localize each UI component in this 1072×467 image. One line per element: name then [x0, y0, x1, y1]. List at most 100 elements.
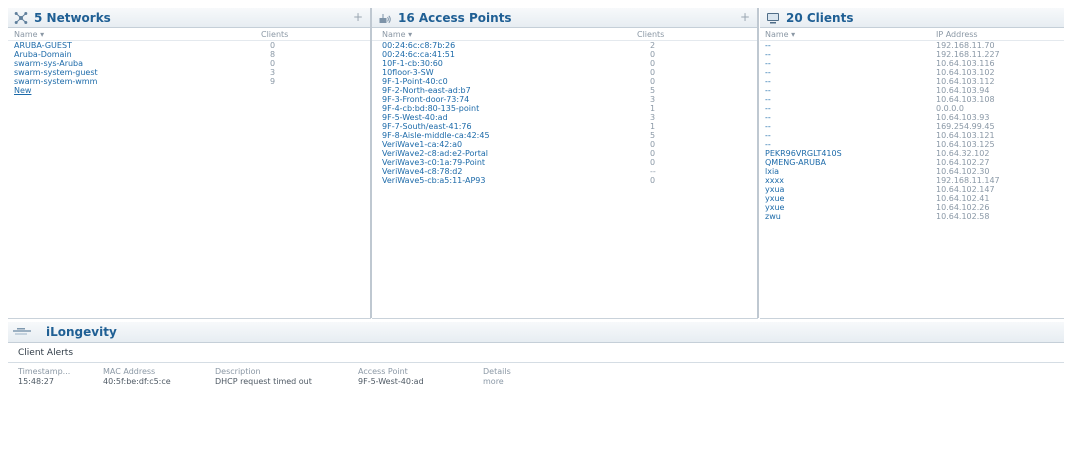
client-row-name[interactable]: --: [765, 50, 771, 59]
network-row-name[interactable]: swarm-system-guest: [14, 68, 98, 77]
alerts-col-details[interactable]: Details: [483, 367, 511, 376]
client-row-ip: 192.168.11.227: [936, 50, 1000, 59]
ap-row-name[interactable]: 9F-8-Aisle-middle-ca:42:45: [382, 131, 490, 140]
client-row-name[interactable]: --: [765, 140, 771, 149]
access-points-title-wrap: 16 Access Points: [378, 11, 512, 25]
ap-row-name[interactable]: VeriWave4-c8:78:d2: [382, 167, 462, 176]
alerts-col-description[interactable]: Description: [215, 367, 261, 376]
ap-row-name[interactable]: 9F-1-Point-40:c0: [382, 77, 448, 86]
ap-row-clients: 1: [650, 104, 656, 113]
alert-access-point: 9F-5-West-40:ad: [358, 377, 424, 386]
client-row-name[interactable]: --: [765, 41, 771, 50]
networks-col-clients[interactable]: Clients: [261, 30, 288, 39]
ap-row-name[interactable]: VeriWave5-cb:a5:11-AP93: [382, 176, 485, 185]
client-row-ip: 0.0.0.0: [936, 104, 964, 113]
alert-description: DHCP request timed out: [215, 377, 312, 386]
network-row-clients: 0: [270, 59, 276, 68]
client-row-name[interactable]: --: [765, 104, 771, 113]
network-row-name[interactable]: Aruba-Domain: [14, 50, 72, 59]
client-row-name[interactable]: --: [765, 77, 771, 86]
longevity-panel: iLongevity Client Alerts Timestamp... MA…: [8, 322, 1064, 467]
alerts-top-divider: [8, 362, 1064, 363]
networks-panel: 5 Networks + Name ▾ Clients ARUBA-GUEST …: [8, 8, 371, 319]
network-row-clients: 8: [270, 50, 276, 59]
ap-row-clients: 5: [650, 86, 656, 95]
panel-separator: [757, 8, 759, 318]
client-row-name[interactable]: --: [765, 68, 771, 77]
alert-timestamp: 15:48:27: [18, 377, 54, 386]
client-row-name[interactable]: zwu: [765, 212, 781, 221]
client-row-ip: 10.64.103.121: [936, 131, 995, 140]
ap-col-name[interactable]: Name ▾: [382, 30, 412, 39]
ap-row-clients: 5: [650, 131, 656, 140]
client-row-ip: 10.64.102.30: [936, 167, 990, 176]
ap-row-clients: 3: [650, 95, 656, 104]
network-row-name[interactable]: swarm-system-wmm: [14, 77, 97, 86]
clients-header-divider: [760, 40, 1064, 41]
clients-header: 20 Clients: [760, 8, 1064, 28]
ap-row-clients: 0: [650, 59, 656, 68]
ap-row-name[interactable]: 9F-7-South/east-41:76: [382, 122, 472, 131]
client-row-name[interactable]: --: [765, 95, 771, 104]
network-row-name[interactable]: ARUBA-GUEST: [14, 41, 72, 50]
client-row-name[interactable]: --: [765, 59, 771, 68]
ap-row-name[interactable]: VeriWave1-ca:42:a0: [382, 140, 462, 149]
ap-row-clients: 0: [650, 68, 656, 77]
clients-col-ip[interactable]: IP Address: [936, 30, 978, 39]
clients-col-name[interactable]: Name ▾: [765, 30, 795, 39]
client-row-name[interactable]: --: [765, 122, 771, 131]
longevity-header: iLongevity: [8, 322, 1064, 343]
network-row-clients: 3: [270, 68, 276, 77]
ap-row-name[interactable]: 10floor-3-SW: [382, 68, 434, 77]
add-access-point-button[interactable]: +: [740, 10, 750, 24]
ap-row-name[interactable]: 10F-1-cb:30:60: [382, 59, 443, 68]
networks-title-wrap: 5 Networks: [14, 11, 111, 25]
alerts-col-mac[interactable]: MAC Address: [103, 367, 155, 376]
networks-header: 5 Networks +: [8, 8, 370, 28]
ap-row-clients: 0: [650, 140, 656, 149]
client-row-name[interactable]: QMENG-ARUBA: [765, 158, 826, 167]
alert-details-link[interactable]: more: [483, 377, 504, 386]
ap-row-name[interactable]: VeriWave3-c0:1a:79-Point: [382, 158, 485, 167]
client-row-name[interactable]: --: [765, 86, 771, 95]
client-row-name[interactable]: --: [765, 113, 771, 122]
client-row-ip: 10.64.103.94: [936, 86, 990, 95]
network-row-clients: 9: [270, 77, 276, 86]
ap-row-name[interactable]: 00:24:6c:ca:41:51: [382, 50, 455, 59]
client-row-name[interactable]: --: [765, 131, 771, 140]
access-points-panel: 16 Access Points + Name ▾ Clients 00:24:…: [372, 8, 758, 319]
client-row-ip: 192.168.11.147: [936, 176, 1000, 185]
client-row-ip: 10.64.103.112: [936, 77, 995, 86]
ap-row-clients: 3: [650, 113, 656, 122]
ap-row-clients: 2: [650, 41, 656, 50]
client-row-name[interactable]: yxue: [765, 203, 784, 212]
alerts-col-timestamp[interactable]: Timestamp...: [18, 367, 70, 376]
network-row-name[interactable]: swarm-sys-Aruba: [14, 59, 83, 68]
alerts-col-access-point[interactable]: Access Point: [358, 367, 408, 376]
longevity-title: iLongevity: [46, 325, 117, 339]
ap-row-name[interactable]: 9F-3-Front-door-73:74: [382, 95, 469, 104]
client-row-name[interactable]: xxxx: [765, 176, 784, 185]
networks-col-name[interactable]: Name ▾: [14, 30, 44, 39]
clients-title-wrap: 20 Clients: [766, 11, 853, 25]
ap-col-clients[interactable]: Clients: [637, 30, 664, 39]
ap-row-clients: 0: [650, 176, 656, 185]
client-row-name[interactable]: lxia: [765, 167, 779, 176]
ap-row-name[interactable]: 9F-4-cb:bd:80-135-point: [382, 104, 479, 113]
client-row-ip: 10.64.103.116: [936, 59, 995, 68]
clients-title: 20 Clients: [786, 10, 854, 25]
ap-row-clients: --: [650, 167, 656, 176]
client-alerts-label: Client Alerts: [18, 348, 74, 358]
client-row-name[interactable]: yxue: [765, 194, 784, 203]
client-row-name[interactable]: yxua: [765, 185, 784, 194]
ap-row-name[interactable]: 00:24:6c:c8:7b:26: [382, 41, 455, 50]
client-row-name[interactable]: PEKR96VRGLT410S: [765, 149, 842, 158]
add-network-button[interactable]: +: [353, 10, 363, 24]
ap-row-name[interactable]: 9F-2-North-east-ad:b7: [382, 86, 471, 95]
new-network-link[interactable]: New: [14, 86, 31, 95]
ap-row-name[interactable]: 9F-5-West-40:ad: [382, 113, 448, 122]
ap-row-name[interactable]: VeriWave2-c8:ad:e2-Portal: [382, 149, 488, 158]
alert-mac: 40:5f:be:df:c5:ce: [103, 377, 171, 386]
wireless-ap-icon: [378, 11, 392, 25]
client-row-ip: 10.64.102.27: [936, 158, 990, 167]
